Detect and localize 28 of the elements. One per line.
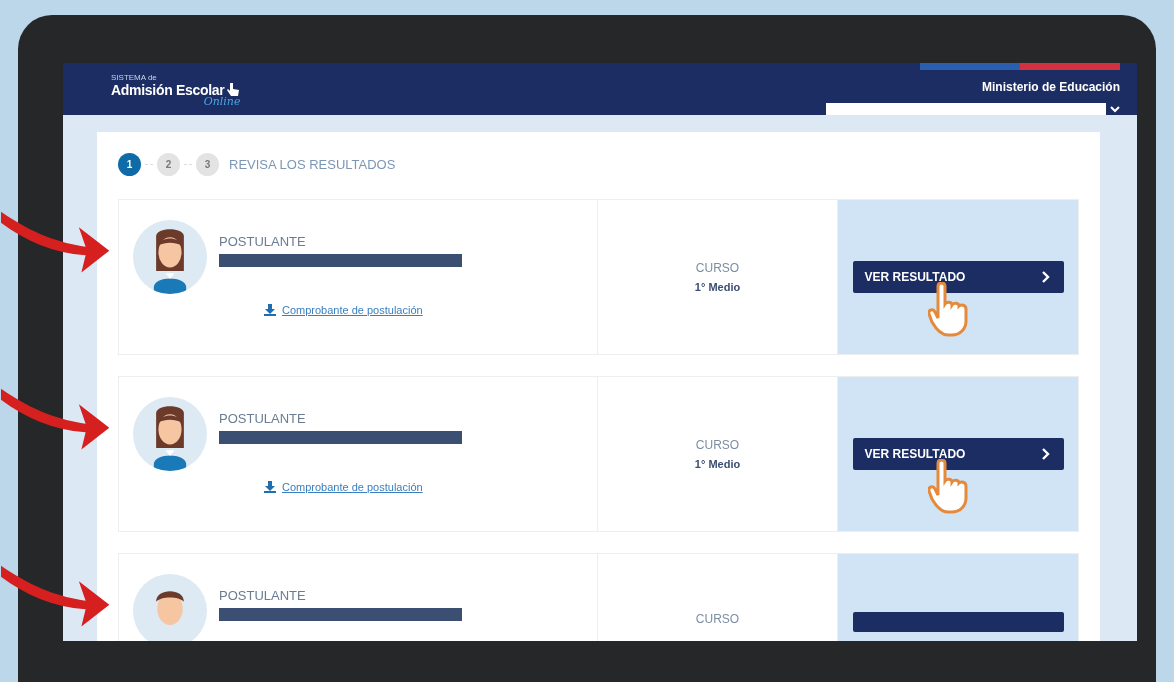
logo-tagline: SISTEMA de	[111, 73, 158, 82]
applicant-label: POSTULANTE	[219, 411, 307, 426]
chevron-right-icon	[1041, 271, 1050, 283]
view-result-button[interactable]: VER RESULTADO	[852, 438, 1064, 470]
view-result-button[interactable]: VER RESULTADO	[852, 261, 1064, 293]
step-indicator: 1	[118, 152, 141, 176]
logo-subtitle: Online	[203, 95, 241, 108]
step-indicator: 3	[196, 152, 219, 176]
logo-title: Admisión Escolar	[111, 82, 225, 98]
course-value: 1° Medio	[694, 281, 741, 293]
download-icon	[264, 304, 276, 316]
applicant-label: POSTULANTE	[219, 588, 307, 603]
course-label: CURSO	[695, 261, 740, 275]
hand-icon	[226, 82, 241, 98]
course-value: 1° Medio	[694, 458, 741, 470]
receipt-link[interactable]: Comprobante de postulación	[264, 304, 462, 316]
ministry-name: Ministerio de Educación	[981, 80, 1120, 94]
receipt-link[interactable]: Comprobante de postulación	[264, 481, 462, 493]
chevron-right-icon	[1041, 448, 1050, 460]
course-label: CURSO	[695, 612, 740, 626]
applicant-label: POSTULANTE	[219, 234, 307, 249]
chevron-down-icon[interactable]	[1110, 105, 1120, 113]
step-indicator: 2	[157, 152, 180, 176]
step-title: REVISA LOS RESULTADOS	[229, 156, 396, 172]
redacted-field[interactable]	[826, 103, 1106, 115]
download-icon	[264, 481, 276, 493]
view-result-button[interactable]	[852, 612, 1064, 632]
course-label: CURSO	[695, 438, 740, 452]
